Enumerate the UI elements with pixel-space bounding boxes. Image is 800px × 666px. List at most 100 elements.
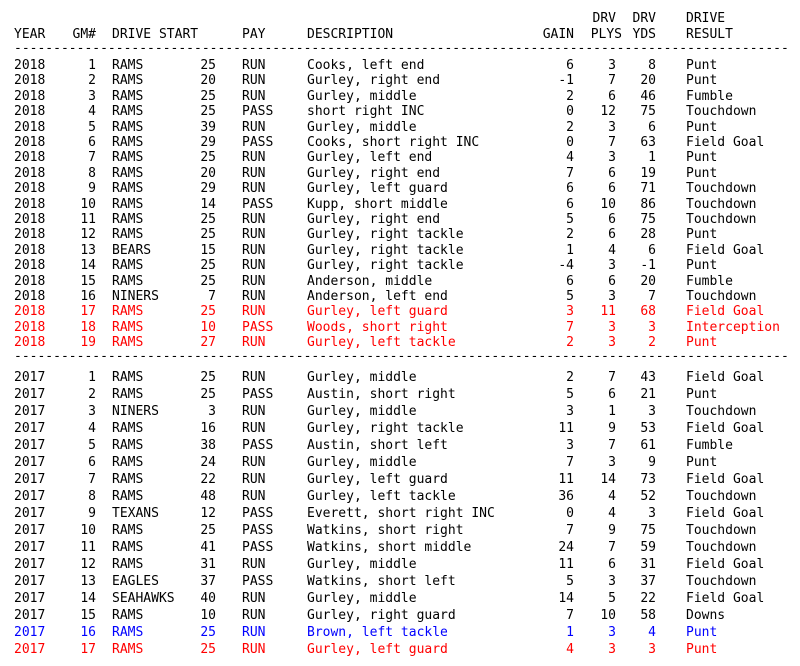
cell-drive-result: Touchdown [686,404,757,419]
cell-drive-start: 48 [200,489,216,504]
cell-year: 2017 [14,404,46,419]
header-drv-yds-top: DRV [632,11,656,26]
cell-description: Gurley, right tackle [307,421,464,436]
cell-year: 2017 [14,574,46,589]
cell-pay: RUN [242,625,266,640]
cell-team: RAMS [112,642,144,657]
cell-drive-start: 3 [208,404,216,419]
cell-description: Gurley, left guard [307,472,448,487]
header-line-1: DRV DRV DRIVE [0,10,800,27]
cell-drive-result: Field Goal [686,557,765,572]
cell-year: 2017 [14,438,46,453]
cell-gm: 11 [80,540,96,555]
cell-drive-result: Field Goal [686,472,765,487]
cell-team: RAMS [112,438,144,453]
cell-drv-yds: 3 [648,642,656,657]
cell-drv-yds: 4 [648,625,656,640]
cell-drive-start: 25 [200,387,216,402]
cell-gm: 4 [88,421,96,436]
table-row: 2017 5 RAMS 38 PASS Austin, short left 3 7 61 Fum… [0,437,800,454]
cell-gain: 3 [566,438,574,453]
cell-gain: 7 [566,523,574,538]
cell-team: RAMS [112,455,144,470]
cell-description: Austin, short right [307,387,456,402]
cell-description: Watkins, short middle [307,540,472,555]
cell-gain: 11 [558,472,574,487]
cell-drv-yds: 61 [640,438,656,453]
cell-gm: 9 [88,506,96,521]
cell-gain: 5 [566,387,574,402]
cell-description: Gurley, middle [307,455,417,470]
cell-drive-result: Touchdown [686,489,757,504]
cell-drv-plys: 4 [608,489,616,504]
cell-drive-result: Field Goal [686,421,765,436]
cell-gm: 5 [88,438,96,453]
cell-description: Gurley, right guard [307,608,456,623]
cell-year: 2017 [14,472,46,487]
cell-drv-yds: 53 [640,421,656,436]
cell-gain: 11 [558,557,574,572]
cell-drv-plys: 3 [608,574,616,589]
cell-gm: 16 [80,625,96,640]
cell-drv-plys: 10 [600,608,616,623]
cell-drive-start: 31 [200,557,216,572]
cell-drive-start: 10 [200,608,216,623]
cell-drive-start: 25 [200,370,216,385]
cell-team: RAMS [112,557,144,572]
cell-drv-yds: 73 [640,472,656,487]
cell-team: RAMS [112,540,144,555]
cell-drv-plys: 9 [608,421,616,436]
table-row: 2017 8 RAMS 48 RUN Gurley, left tackle 36 4 52 To… [0,488,800,505]
cell-drive-result: Fumble [686,438,733,453]
cell-gain: 3 [566,404,574,419]
cell-drv-yds: 3 [648,506,656,521]
cell-drive-result: Field Goal [686,591,765,606]
cell-drv-plys: 9 [608,523,616,538]
table-row: 2017 11 RAMS 41 PASS Watkins, short middle 24 7… [0,539,800,556]
cell-pay: RUN [242,489,266,504]
cell-drv-yds: 52 [640,489,656,504]
cell-gm: 14 [80,591,96,606]
cell-pay: RUN [242,421,266,436]
cell-gm: 12 [80,557,96,572]
cell-description: Gurley, middle [307,591,417,606]
cell-gain: 7 [566,608,574,623]
cell-drv-yds: 59 [640,540,656,555]
cell-gm: 17 [80,642,96,657]
cell-pay: PASS [242,574,274,589]
cell-team: RAMS [112,472,144,487]
cell-drv-plys: 6 [608,387,616,402]
cell-pay: RUN [242,404,266,419]
cell-year: 2017 [14,608,46,623]
cell-drv-plys: 3 [608,625,616,640]
cell-gm: 1 [88,370,96,385]
table-row: 2017 9 TEXANS 12 PASS Everett, short right IN… [0,505,800,522]
table-row: 2017 12 RAMS 31 RUN Gurley, middle 11 6 31 Field … [0,556,800,573]
cell-drive-start: 12 [200,506,216,521]
cell-drive-result: Punt [686,642,718,657]
table-row: 2017 10 RAMS 25 PASS Watkins, short right 7 9 75… [0,522,800,539]
cell-pay: PASS [242,540,274,555]
cell-drive-result: Touchdown [686,574,757,589]
cell-year: 2017 [14,642,46,657]
cell-drv-plys: 1 [608,404,616,419]
cell-drv-yds: 31 [640,557,656,572]
cell-team: EAGLES [112,574,159,589]
cell-pay: RUN [242,608,266,623]
cell-drive-result: Punt [686,455,718,470]
cell-gm: 7 [88,472,96,487]
table-row: 2017 3 NINERS 3 RUN Gurley, middle 3 1 3 Touchdow… [0,403,800,420]
cell-drive-start: 41 [200,540,216,555]
cell-gain: 1 [566,625,574,640]
table-row: 2017 15 RAMS 10 RUN Gurley, right guard 7 10 58 D… [0,607,800,624]
table-row: 2017 14 SEAHAWKS 40 RUN Gurley, middle 14 5 22 Fi… [0,590,800,607]
cell-pay: PASS [242,506,274,521]
cell-drive-result: Punt [686,387,718,402]
cell-year: 2017 [14,506,46,521]
table-row: 2017 17 RAMS 25 RUN Gurley, left guard 4 3 3 Punt [0,641,800,658]
cell-drive-start: 38 [200,438,216,453]
cell-gain: 24 [558,540,574,555]
cell-description: Gurley, middle [307,404,417,419]
cell-team: RAMS [112,387,144,402]
cell-team: RAMS [112,489,144,504]
